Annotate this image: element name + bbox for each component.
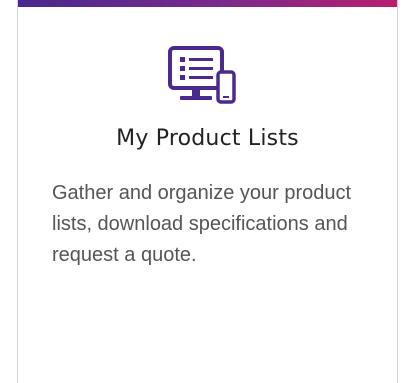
product-list-devices-icon: [168, 46, 240, 108]
product-lists-card[interactable]: My Product Lists Gather and organize you…: [17, 0, 398, 383]
card-accent-bar: [18, 0, 397, 7]
card-title[interactable]: My Product Lists: [18, 126, 397, 151]
card-description: Gather and organize your product lists, …: [52, 182, 352, 266]
